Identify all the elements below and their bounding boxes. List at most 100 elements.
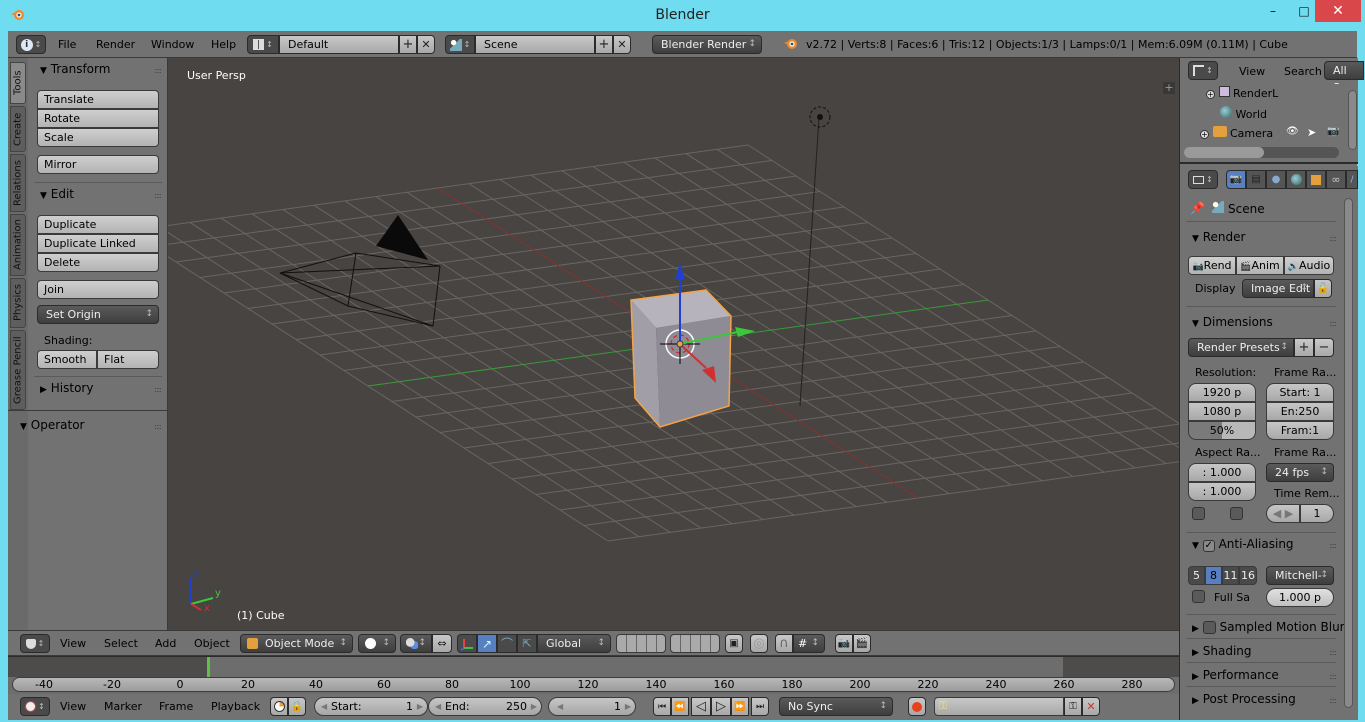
translate-button[interactable]: Translate	[37, 90, 159, 109]
aspect-x-field[interactable]: : 1.000	[1188, 463, 1256, 482]
current-frame-field[interactable]: ◀ 1 ▶	[548, 697, 636, 716]
remove-layout-button[interactable]: ✕	[417, 35, 435, 54]
lock-interface-button[interactable]: 🔓	[1314, 279, 1332, 298]
resolution-percentage-slider[interactable]: 50%	[1188, 421, 1256, 440]
menu-view[interactable]: View	[60, 700, 86, 713]
properties-vscrollbar[interactable]	[1344, 198, 1353, 708]
outliner-item-world[interactable]: World	[1220, 106, 1267, 121]
anti-aliasing-panel-header[interactable]: ▼ ✓ Anti-Aliasing	[1192, 537, 1294, 552]
opengl-render-animation-button[interactable]: 🎬	[853, 634, 871, 653]
menu-help[interactable]: Help	[211, 38, 236, 51]
layers-grid-1[interactable]	[616, 634, 666, 653]
mirror-button[interactable]: Mirror	[37, 155, 159, 174]
render-audio-button[interactable]: 🔊Audio	[1284, 256, 1334, 275]
modifiers-context-tab[interactable]: /	[1346, 170, 1358, 189]
tab-create[interactable]: Create	[10, 106, 26, 152]
anti-aliasing-checkbox[interactable]: ✓	[1202, 540, 1215, 552]
menu-marker[interactable]: Marker	[104, 700, 142, 713]
add-scene-button[interactable]: +	[595, 35, 613, 54]
sync-mode-dropdown[interactable]: No Sync ↕	[779, 697, 893, 716]
aspect-y-field[interactable]: : 1.000	[1188, 482, 1256, 501]
delete-button[interactable]: Delete	[37, 253, 159, 272]
menu-view[interactable]: View	[1239, 65, 1265, 78]
manipulate-center-button[interactable]: ⇔	[432, 634, 452, 653]
border-checkbox[interactable]	[1192, 507, 1205, 520]
mode-dropdown[interactable]: Object Mode ↕	[240, 634, 353, 653]
keying-set-field[interactable]: ⚿	[934, 697, 1064, 716]
lock-layers-button[interactable]: ▣	[725, 634, 743, 653]
close-button[interactable]: ✕	[1315, 0, 1361, 22]
selectability-cursor-icon[interactable]: ➤	[1307, 126, 1316, 139]
jump-start-button[interactable]: ⏮	[653, 697, 671, 716]
motion-blur-checkbox[interactable]	[1202, 621, 1216, 634]
preview-range-button[interactable]	[270, 697, 288, 716]
renderability-camera-icon[interactable]: 📷	[1327, 126, 1339, 137]
frame-start-field[interactable]: Start: 1	[1266, 383, 1334, 402]
opengl-render-image-button[interactable]: 📷	[835, 634, 853, 653]
snap-toggle[interactable]: ∩	[775, 634, 793, 653]
sampled-motion-blur-panel-header[interactable]: ▶ Sampled Motion Blur	[1192, 620, 1345, 634]
panel-grip-icon[interactable]: ::::	[154, 422, 162, 431]
outliner-display-mode-dropdown[interactable]: All Sc	[1324, 61, 1364, 94]
aa-samples-5[interactable]: 5	[1188, 566, 1205, 585]
resolution-x-field[interactable]: 1920 p	[1188, 383, 1256, 402]
minimize-button[interactable]: –	[1260, 0, 1286, 22]
layout-name-field[interactable]: Default	[279, 35, 399, 54]
snap-element-dropdown[interactable]: # ↕	[793, 634, 825, 653]
menu-add[interactable]: Add	[155, 637, 176, 650]
outliner-item-camera[interactable]: + Camera	[1200, 126, 1273, 140]
editor-type-button[interactable]: i ↕	[16, 35, 46, 54]
panel-grip-icon[interactable]: ::::	[1329, 696, 1337, 705]
menu-view[interactable]: View	[60, 637, 86, 650]
object-context-tab[interactable]	[1306, 170, 1326, 189]
display-mode-dropdown[interactable]: Image Edit ↕	[1242, 279, 1314, 298]
auto-keying-button[interactable]	[908, 697, 926, 716]
outliner-item-renderlayers[interactable]: + RenderL	[1206, 86, 1278, 100]
menu-frame[interactable]: Frame	[159, 700, 193, 713]
crop-checkbox[interactable]	[1230, 507, 1243, 520]
add-layout-button[interactable]: +	[399, 35, 417, 54]
layout-browse-button[interactable]: ↕	[247, 35, 279, 54]
jump-next-keyframe-button[interactable]: ⏩	[731, 697, 749, 716]
render-engine-dropdown[interactable]: Blender Render ↕	[652, 35, 762, 54]
editor-type-button[interactable]: ↕	[1188, 61, 1218, 80]
editor-type-button[interactable]: ↕	[20, 634, 50, 653]
maximize-button[interactable]: □	[1290, 0, 1318, 22]
set-origin-dropdown[interactable]: Set Origin ↕	[37, 305, 159, 324]
aa-filter-size-field[interactable]: 1.000 p	[1266, 588, 1334, 607]
rotate-button[interactable]: Rotate	[37, 109, 159, 128]
panel-grip-icon[interactable]: ::::	[1329, 319, 1337, 328]
current-frame-cursor[interactable]	[207, 657, 210, 677]
edit-panel-header[interactable]: ▼ Edit	[40, 187, 74, 201]
remove-scene-button[interactable]: ✕	[613, 35, 631, 54]
aa-samples-16[interactable]: 16	[1239, 566, 1257, 585]
render-context-tab[interactable]: 📷	[1226, 170, 1246, 189]
play-button[interactable]: ▷	[711, 697, 731, 716]
manipulator-toggle[interactable]	[457, 634, 477, 653]
history-panel-header[interactable]: ▶ History	[40, 381, 93, 395]
scale-button[interactable]: Scale	[37, 128, 159, 147]
panel-grip-icon[interactable]: ::::	[1329, 234, 1337, 243]
frame-rate-dropdown[interactable]: 24 fps ↕	[1266, 463, 1334, 482]
aa-filter-dropdown[interactable]: Mitchell- ↕	[1266, 566, 1334, 585]
add-preset-button[interactable]: +	[1294, 338, 1314, 357]
jump-end-button[interactable]: ⏭	[751, 697, 769, 716]
menu-object[interactable]: Object	[194, 637, 230, 650]
transform-orientation-dropdown[interactable]: Global ↕	[537, 634, 611, 653]
pin-icon[interactable]: 📌	[1190, 201, 1205, 215]
pivot-point-dropdown[interactable]: ↕	[400, 634, 432, 653]
join-button[interactable]: Join	[37, 280, 159, 299]
delete-keyframe-button[interactable]: ✕	[1082, 697, 1100, 716]
tab-animation[interactable]: Animation	[10, 214, 26, 276]
aa-samples-11[interactable]: 11	[1222, 566, 1239, 585]
rotate-manipulator-toggle[interactable]: ⌒	[497, 634, 517, 653]
menu-select[interactable]: Select	[104, 637, 138, 650]
tab-tools[interactable]: Tools	[10, 62, 26, 104]
full-sample-checkbox[interactable]	[1192, 590, 1205, 603]
editor-type-button[interactable]: ↕	[1188, 170, 1218, 189]
translate-manipulator-toggle[interactable]: ↗	[477, 634, 497, 653]
performance-panel-header[interactable]: ▶ Performance	[1192, 668, 1279, 682]
scene-browse-button[interactable]: ↕	[445, 35, 475, 54]
time-remap-new-field[interactable]: 1	[1300, 504, 1334, 523]
shading-panel-header[interactable]: ▶ Shading	[1192, 644, 1252, 658]
